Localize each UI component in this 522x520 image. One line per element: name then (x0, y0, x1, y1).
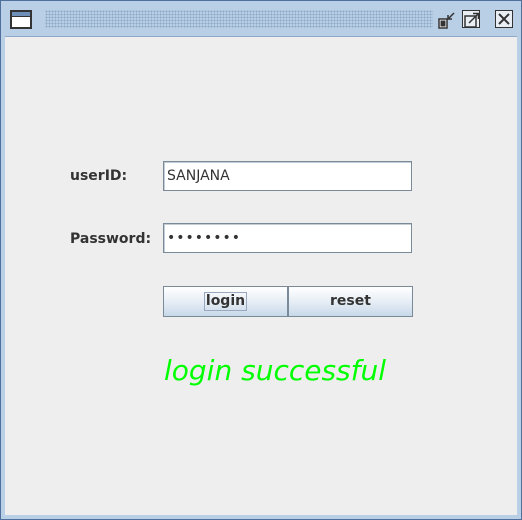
login-button[interactable]: login (163, 286, 288, 317)
maximize-icon (464, 12, 480, 28)
password-input[interactable] (163, 223, 412, 253)
minimize-button[interactable] (438, 12, 456, 30)
status-message: login successful (164, 354, 387, 387)
userid-label: userID: (70, 168, 128, 184)
minimize-icon (438, 12, 455, 29)
title-bar[interactable] (1, 1, 521, 37)
password-label: Password: (70, 231, 152, 247)
window-icon[interactable] (10, 10, 32, 29)
maximize-button[interactable] (462, 10, 480, 28)
login-button-label: login (203, 292, 248, 311)
login-panel: userID: Password: login reset login succ… (6, 38, 517, 516)
window-icon-bar (12, 12, 30, 17)
reset-button-label: reset (330, 293, 371, 309)
app-window: userID: Password: login reset login succ… (0, 0, 522, 520)
close-button[interactable] (495, 10, 513, 28)
userid-input[interactable] (163, 161, 412, 191)
title-bar-grip[interactable] (45, 10, 433, 28)
close-icon (498, 13, 510, 25)
reset-button[interactable]: reset (288, 286, 413, 317)
